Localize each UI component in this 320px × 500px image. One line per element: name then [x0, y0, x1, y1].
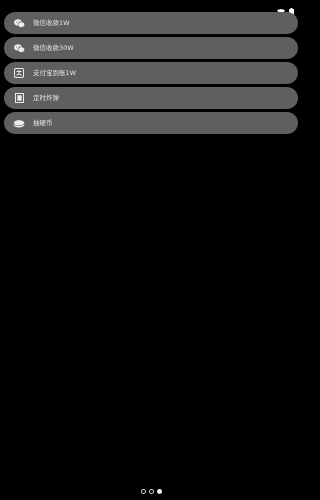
menu-item-timer-bomb[interactable]: 定时炸弹: [4, 87, 298, 109]
menu-item-coin-flip[interactable]: 抽硬币: [4, 112, 298, 134]
page-dot[interactable]: [149, 489, 154, 494]
menu-item-label: 微信收款30W: [33, 43, 74, 52]
wechat-icon: [13, 42, 25, 54]
page-dot-active[interactable]: [157, 489, 162, 494]
page-dot[interactable]: [141, 489, 146, 494]
menu-item-label: 定时炸弹: [33, 93, 59, 102]
wechat-icon: [13, 17, 25, 29]
alipay-icon: [13, 67, 25, 79]
menu-item-label: 微信收款1W: [33, 18, 70, 27]
page-indicator: [141, 489, 162, 494]
menu-list: 微信收款1W 微信收款30W 支付宝到账1W 定时炸弹 抽硬币: [4, 12, 298, 137]
coin-icon: [13, 117, 25, 129]
menu-item-label: 支付宝到账1W: [33, 68, 77, 77]
timer-bomb-icon: [13, 92, 25, 104]
menu-item-label: 抽硬币: [33, 118, 53, 127]
menu-item-wechat-1w[interactable]: 微信收款1W: [4, 12, 298, 34]
menu-item-alipay-1w[interactable]: 支付宝到账1W: [4, 62, 298, 84]
menu-item-wechat-30w[interactable]: 微信收款30W: [4, 37, 298, 59]
status-bar: [0, 0, 300, 16]
